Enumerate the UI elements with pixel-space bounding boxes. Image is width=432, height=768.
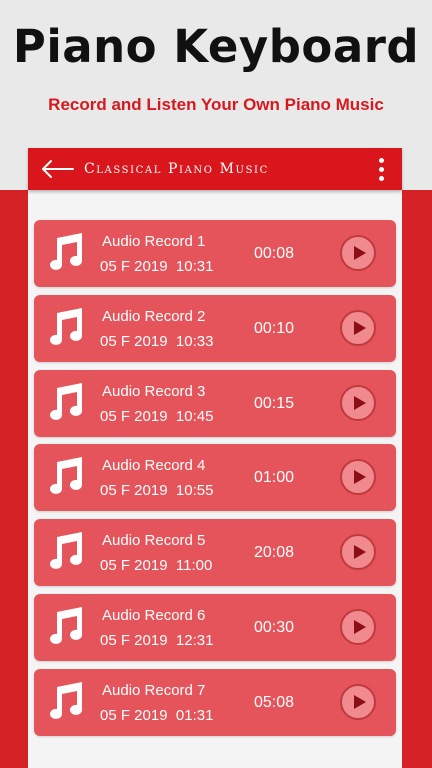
recording-name: Audio Record 1	[102, 233, 206, 250]
play-button[interactable]	[340, 235, 376, 271]
recording-item[interactable]: Audio Record 4 05 F 2019 10:55 01:00	[34, 444, 396, 512]
recording-duration: 05:08	[254, 693, 295, 711]
more-vert-icon	[378, 157, 384, 163]
recording-item[interactable]: Audio Record 5 05 F 2019 11:00 20:08	[34, 519, 396, 587]
recording-duration: 00:10	[254, 319, 295, 337]
menu-dot	[378, 175, 384, 181]
recording-name: Audio Record 7	[102, 681, 206, 699]
play-button[interactable]	[340, 309, 376, 346]
play-icon	[353, 694, 366, 709]
recording-name: Audio Record 5	[102, 532, 206, 550]
recording-duration: 00:30	[254, 619, 295, 636]
recording-item[interactable]: Audio Record 3 05 F 2019 10:45 00:15	[34, 369, 396, 437]
music-note-icon	[50, 681, 82, 719]
app-screen: Classical Piano Music Audio Record 1 05 …	[28, 148, 402, 768]
play-button[interactable]	[340, 534, 376, 571]
music-note-icon	[50, 607, 82, 644]
recording-name: Audio Record 3	[102, 382, 206, 400]
recording-item[interactable]: Audio Record 7 05 F 2019 01:31 05:08	[34, 668, 396, 736]
play-icon	[353, 545, 366, 560]
play-icon	[353, 470, 366, 485]
recording-date: 05 F 2019 11:00	[100, 557, 213, 575]
play-button[interactable]	[340, 683, 376, 720]
music-note-icon	[50, 457, 82, 495]
recording-item[interactable]: Audio Record 2 05 F 2019 10:33 00:10	[34, 294, 396, 362]
promo-title: Piano Keyboard	[12, 20, 420, 73]
recording-date: 05 F 2019 10:33	[100, 332, 214, 350]
recording-name: Audio Record 2	[102, 307, 206, 325]
play-button[interactable]	[340, 459, 376, 496]
play-icon	[353, 395, 366, 410]
menu-dot	[378, 166, 384, 172]
recording-date: 05 F 2019 01:31	[100, 706, 214, 724]
overflow-menu-button[interactable]	[366, 148, 396, 190]
music-note-icon	[50, 307, 82, 345]
play-button[interactable]	[340, 609, 376, 645]
recording-date: 05 F 2019 10:55	[100, 482, 214, 500]
recording-name: Audio Record 4	[102, 457, 206, 475]
recording-duration: 20:08	[254, 544, 295, 562]
recording-duration: 00:08	[254, 245, 295, 262]
play-icon	[353, 320, 366, 335]
recording-duration: 00:15	[254, 394, 295, 412]
promo-subtitle: Record and Listen Your Own Piano Music	[48, 95, 384, 114]
recording-item[interactable]: Audio Record 1 05 F 2019 10:31 00:08	[34, 220, 396, 287]
play-icon	[353, 620, 366, 634]
recording-item[interactable]: Audio Record 6 05 F 2019 12:31 00:30	[34, 594, 396, 661]
recording-duration: 01:00	[254, 469, 295, 487]
arrow-left-icon	[42, 160, 74, 178]
music-note-icon	[50, 233, 82, 270]
music-note-icon	[50, 532, 82, 570]
app-bar: Classical Piano Music	[28, 148, 402, 190]
recording-name: Audio Record 6	[102, 607, 206, 624]
music-note-icon	[50, 382, 82, 420]
recording-date: 05 F 2019 10:31	[100, 258, 214, 275]
back-button[interactable]	[36, 148, 78, 190]
play-icon	[353, 246, 366, 260]
recording-date: 05 F 2019 12:31	[100, 632, 214, 649]
recording-date: 05 F 2019 10:45	[100, 407, 214, 425]
play-button[interactable]	[340, 384, 376, 421]
screen-title: Classical Piano Music	[84, 161, 269, 177]
